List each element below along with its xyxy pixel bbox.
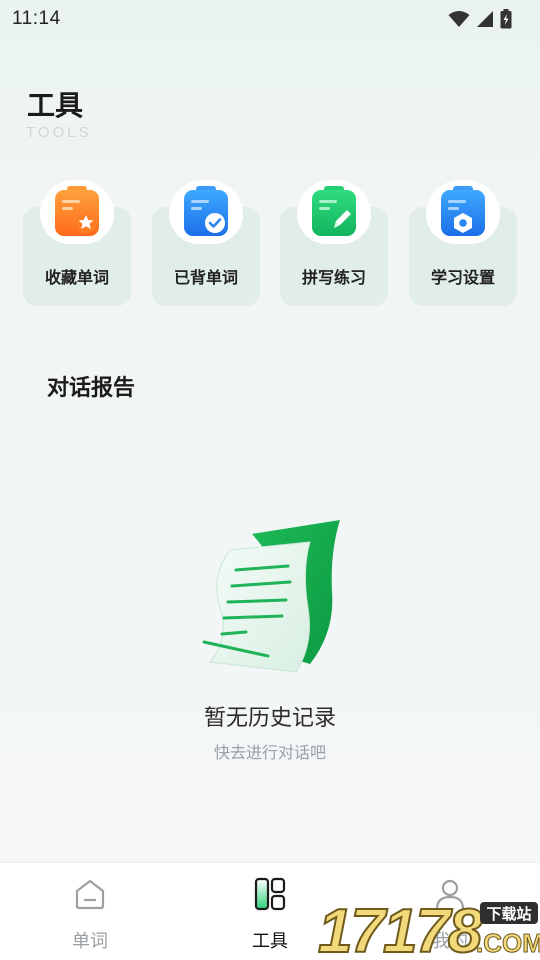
status-bar: 11:14: [0, 0, 540, 38]
svg-text:.COM: .COM: [476, 928, 540, 958]
tools-grid: 收藏单词 已背单词 拼写练习 学习设置: [23, 180, 517, 306]
tool-label: 已背单词: [173, 268, 238, 287]
tool-label: 学习设置: [430, 268, 495, 287]
tools-icon: [254, 877, 286, 911]
watermark-logo: 17178 下载站 .COM: [316, 896, 540, 960]
learned-words-icon: [184, 186, 228, 236]
tool-label: 拼写练习: [301, 268, 366, 287]
nav-item-tools[interactable]: 工具: [210, 863, 330, 960]
tool-label: 收藏单词: [44, 268, 109, 287]
cellular-signal-icon: [477, 11, 493, 27]
tool-icon-holder: [169, 180, 243, 244]
tool-learned-words[interactable]: 已背单词: [152, 180, 260, 306]
status-icons: [448, 9, 512, 29]
tool-study-settings[interactable]: 学习设置: [409, 180, 517, 306]
tool-spelling-practice[interactable]: 拼写练习: [280, 180, 388, 306]
tool-icon-holder: [297, 180, 371, 244]
empty-state-title: 暂无历史记录: [203, 706, 336, 731]
empty-records-illustration: [190, 512, 350, 686]
nav-label: 单词: [72, 931, 108, 952]
watermark-logo-graphic: 17178 下载站 .COM: [317, 896, 540, 960]
section-title: 对话报告: [47, 376, 136, 401]
tool-icon-holder: [40, 180, 114, 244]
study-settings-icon: [441, 186, 485, 236]
home-icon: [75, 879, 105, 910]
nav-item-words[interactable]: 单词: [30, 863, 150, 960]
favorite-words-icon: [55, 186, 99, 236]
battery-charging-icon: [500, 9, 512, 29]
spelling-practice-icon: [312, 186, 356, 236]
page-title: 工具: [27, 89, 84, 122]
status-time: 11:14: [12, 8, 61, 29]
svg-text:下载站: 下载站: [486, 905, 531, 923]
tool-icon-holder: [426, 180, 500, 244]
nav-label: 工具: [252, 931, 288, 952]
empty-document-icon: [202, 520, 340, 673]
wifi-icon: [448, 11, 470, 27]
empty-state-subtitle: 快去进行对话吧: [213, 743, 326, 762]
page-subtitle: TOOLS: [26, 124, 92, 141]
tool-favorite-words[interactable]: 收藏单词: [23, 180, 131, 306]
svg-text:17178: 17178: [318, 897, 483, 958]
